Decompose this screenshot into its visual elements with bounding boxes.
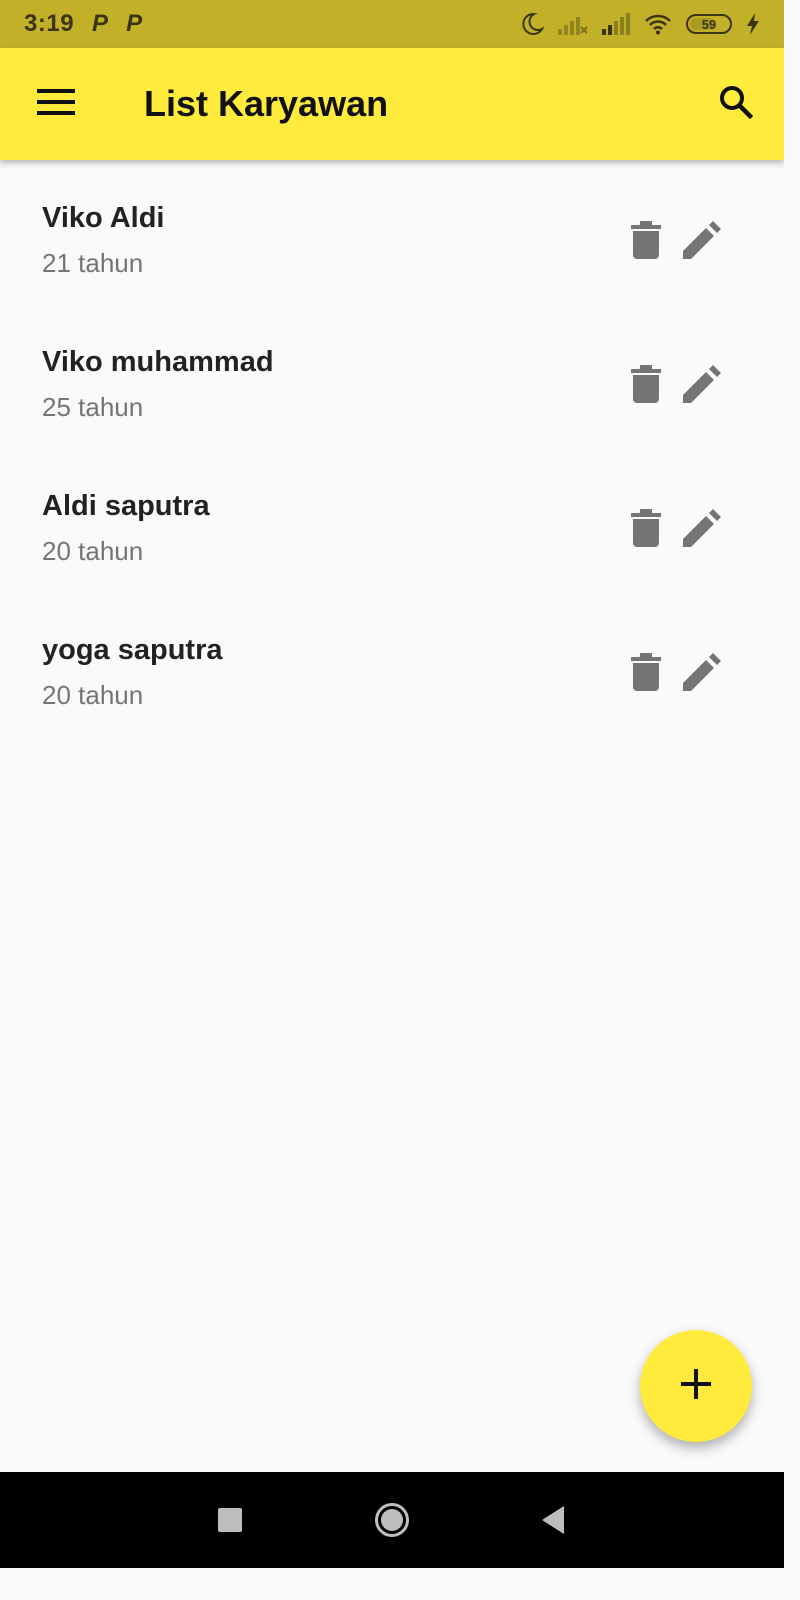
status-bar: 3:19 P P 59 <box>0 0 784 48</box>
employee-list: Viko Aldi 21 tahun Viko muhammad 25 tahu… <box>0 160 784 736</box>
status-time: 3:19 <box>24 10 75 37</box>
search-button[interactable] <box>708 76 764 132</box>
battery-icon: 59 <box>686 14 732 34</box>
notification-p-icon: P <box>126 10 143 37</box>
hamburger-menu-icon <box>37 88 75 121</box>
list-item[interactable]: yoga saputra 20 tahun <box>0 592 784 736</box>
notification-p-icon: P <box>92 10 109 37</box>
trash-icon <box>631 652 661 696</box>
trash-icon <box>631 364 661 408</box>
signal-icon <box>558 13 588 35</box>
back-icon[interactable] <box>540 1504 566 1536</box>
app-bar: List Karyawan <box>0 48 784 160</box>
moon-icon <box>520 12 544 36</box>
wifi-icon <box>644 13 672 35</box>
add-employee-button[interactable] <box>640 1330 752 1442</box>
plus-icon <box>681 1368 711 1404</box>
delete-button[interactable] <box>624 362 668 410</box>
employee-name: Viko Aldi <box>42 202 165 234</box>
list-item[interactable]: Viko muhammad 25 tahun <box>0 304 784 448</box>
signal-icon <box>602 13 630 35</box>
delete-button[interactable] <box>624 650 668 698</box>
trash-icon <box>631 220 661 264</box>
edit-button[interactable] <box>678 218 726 266</box>
list-item[interactable]: Aldi saputra 20 tahun <box>0 448 784 592</box>
pencil-icon <box>683 220 721 264</box>
battery-level: 59 <box>701 16 717 32</box>
navigation-bar <box>0 1472 784 1568</box>
search-icon <box>719 85 754 124</box>
employee-name: Viko muhammad <box>42 346 274 378</box>
delete-button[interactable] <box>624 218 668 266</box>
employee-age: 20 tahun <box>42 536 144 566</box>
employee-age: 21 tahun <box>42 248 144 278</box>
employee-age: 25 tahun <box>42 392 144 422</box>
employee-name: yoga saputra <box>42 634 223 666</box>
edit-button[interactable] <box>678 506 726 554</box>
home-icon[interactable] <box>374 1502 410 1538</box>
list-item[interactable]: Viko Aldi 21 tahun <box>0 160 784 304</box>
page-title: List Karyawan <box>144 83 389 124</box>
pencil-icon <box>683 508 721 552</box>
screen: 3:19 P P 59 List Karyawan Viko Aldi 21 t… <box>0 0 784 1568</box>
delete-button[interactable] <box>624 506 668 554</box>
recent-apps-icon[interactable] <box>218 1508 242 1532</box>
edit-button[interactable] <box>678 650 726 698</box>
charging-icon <box>746 13 760 35</box>
menu-button[interactable] <box>28 76 84 132</box>
trash-icon <box>631 508 661 552</box>
employee-age: 20 tahun <box>42 680 144 710</box>
pencil-icon <box>683 364 721 408</box>
employee-name: Aldi saputra <box>42 490 210 522</box>
edit-button[interactable] <box>678 362 726 410</box>
pencil-icon <box>683 652 721 696</box>
status-icons: 59 <box>520 12 760 36</box>
